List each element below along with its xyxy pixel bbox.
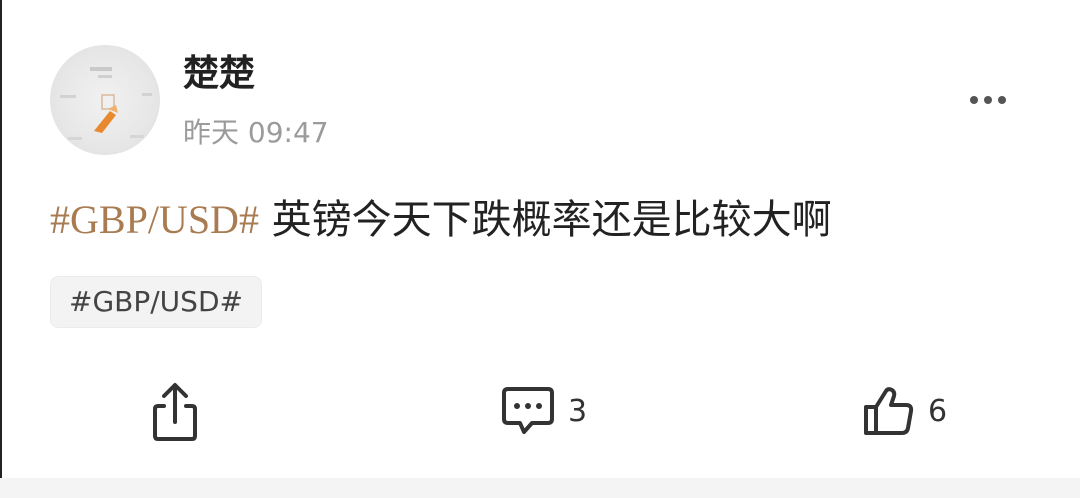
comment-icon (502, 387, 554, 434)
comment-count: 3 (568, 393, 588, 429)
post-card: 楚楚 昨天 09:47 #GBP/USD# 英镑今天下跌概率还是比较大啊 #GB… (0, 0, 1080, 478)
post-timestamp: 昨天 09:47 (183, 116, 329, 149)
post-text: 英镑今天下跌概率还是比较大啊 (258, 197, 832, 243)
share-button[interactable] (150, 378, 200, 444)
username[interactable]: 楚楚 (183, 52, 255, 96)
thumbs-up-icon (864, 387, 914, 435)
more-horizontal-icon (970, 96, 1006, 104)
avatar[interactable] (50, 45, 160, 155)
share-icon (153, 383, 197, 441)
like-count: 6 (928, 393, 948, 429)
comment-button[interactable]: 3 (500, 378, 587, 444)
hashtag-link[interactable]: #GBP/USD# (50, 197, 259, 242)
post-content: #GBP/USD# 英镑今天下跌概率还是比较大啊 (50, 190, 832, 250)
like-button[interactable]: 6 (862, 378, 947, 444)
more-options-button[interactable] (962, 80, 1014, 120)
topic-chip[interactable]: #GBP/USD# (50, 276, 262, 328)
